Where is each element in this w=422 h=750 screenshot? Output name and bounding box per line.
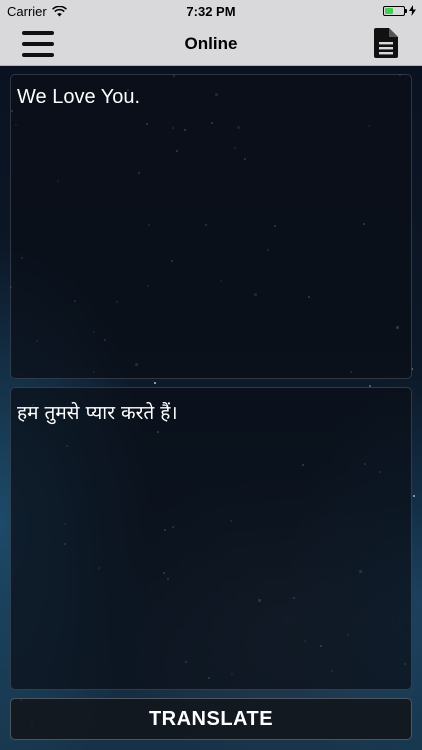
star (154, 382, 156, 384)
source-text-panel[interactable]: We Love You. (10, 74, 412, 379)
status-time: 7:32 PM (186, 4, 236, 19)
translated-text-panel[interactable]: हम तुमसे प्यार करते हैं। (10, 387, 412, 690)
navigation-bar: Online (0, 22, 422, 66)
battery-fill (385, 7, 394, 14)
status-bar: Carrier 7:32 PM (0, 0, 422, 22)
page-title: Online (184, 34, 238, 53)
source-text[interactable]: We Love You. (17, 86, 403, 109)
translate-button[interactable]: TRANSLATE (10, 698, 412, 740)
charging-bolt-icon (409, 5, 416, 16)
battery-icon (383, 5, 407, 16)
translated-text[interactable]: हम तुमसे प्यार करते हैं। (17, 399, 403, 425)
star (413, 495, 415, 497)
document-icon[interactable] (374, 28, 398, 58)
battery-indicator (383, 5, 416, 16)
